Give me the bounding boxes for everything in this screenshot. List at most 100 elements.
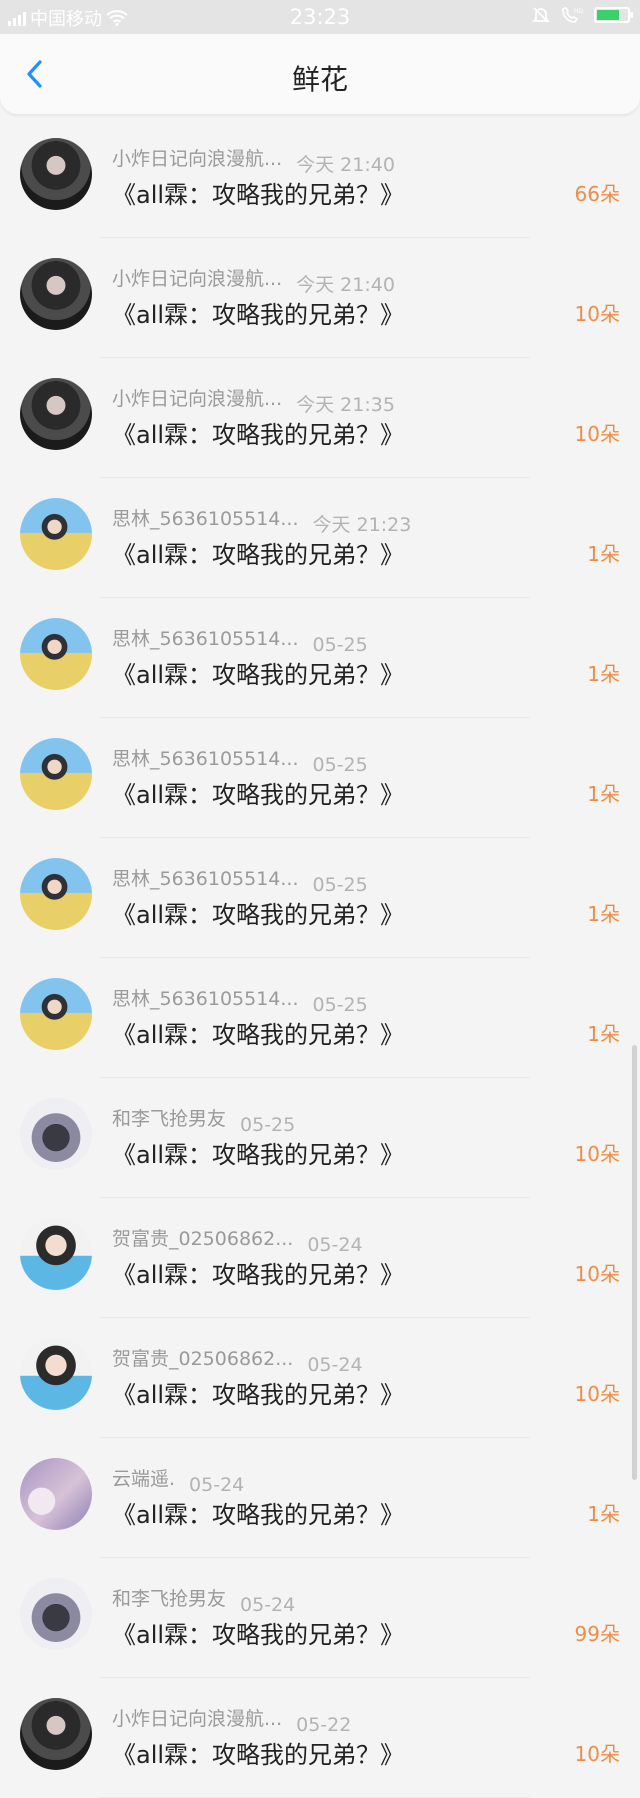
item-meta: 思林_5636105514... 05-25 bbox=[112, 744, 368, 776]
avatar[interactable] bbox=[20, 1218, 92, 1290]
avatar[interactable] bbox=[20, 978, 92, 1050]
item-meta: 和李飞抢男友 05-24 bbox=[112, 1584, 295, 1616]
page-title: 鲜花 bbox=[291, 63, 348, 96]
avatar[interactable] bbox=[20, 738, 92, 810]
book-title: 《all霖：攻略我的兄弟？》 bbox=[112, 1621, 405, 1649]
flower-count: 10朵 bbox=[574, 1382, 620, 1406]
book-title: 《all霖：攻略我的兄弟？》 bbox=[112, 901, 405, 929]
item-meta: 思林_5636105514... 今天 21:23 bbox=[112, 504, 411, 537]
sender-name[interactable]: 小炸日记向浪漫航... bbox=[112, 144, 282, 171]
sender-name[interactable]: 思林_5636105514... bbox=[112, 744, 299, 771]
list-item[interactable]: 思林_5636105514... 05-25 《all霖：攻略我的兄弟？》 1朵 bbox=[0, 598, 640, 718]
svg-text:HD: HD bbox=[574, 8, 584, 15]
item-time: 05-25 bbox=[240, 1114, 296, 1136]
flower-list: 小炸日记向浪漫航... 今天 21:40 《all霖：攻略我的兄弟？》 66朵 小炸日记… bbox=[0, 118, 640, 1798]
item-time: 05-25 bbox=[312, 994, 368, 1016]
sender-name[interactable]: 云端遥. bbox=[112, 1464, 175, 1491]
list-item[interactable]: 思林_5636105514... 05-25 《all霖：攻略我的兄弟？》 1朵 bbox=[0, 718, 640, 838]
list-item[interactable]: 思林_5636105514... 今天 21:23 《all霖：攻略我的兄弟？》 1朵 bbox=[0, 478, 640, 598]
sender-name[interactable]: 思林_5636105514... bbox=[112, 864, 299, 891]
avatar[interactable] bbox=[20, 1338, 92, 1410]
book-title: 《all霖：攻略我的兄弟？》 bbox=[112, 1021, 405, 1049]
list-item[interactable]: 小炸日记向浪漫航... 今天 21:40 《all霖：攻略我的兄弟？》 10朵 bbox=[0, 238, 640, 358]
avatar[interactable] bbox=[20, 858, 92, 930]
item-time: 05-24 bbox=[240, 1594, 296, 1616]
avatar[interactable] bbox=[20, 1698, 92, 1770]
item-meta: 小炸日记向浪漫航... 今天 21:35 bbox=[112, 384, 395, 417]
item-time: 今天 21:35 bbox=[296, 394, 395, 416]
sender-name[interactable]: 和李飞抢男友 bbox=[112, 1584, 226, 1611]
book-title: 《all霖：攻略我的兄弟？》 bbox=[112, 301, 405, 329]
flower-count: 1朵 bbox=[587, 902, 620, 926]
avatar[interactable] bbox=[20, 1098, 92, 1170]
item-meta: 贺富贵_02506862... 05-24 bbox=[112, 1224, 363, 1256]
list-item[interactable]: 小炸日记向浪漫航... 今天 21:35 《all霖：攻略我的兄弟？》 10朵 bbox=[0, 358, 640, 478]
item-meta: 思林_5636105514... 05-25 bbox=[112, 864, 368, 896]
flower-count: 10朵 bbox=[574, 302, 620, 326]
status-right: HD bbox=[532, 6, 633, 24]
sender-name[interactable]: 思林_5636105514... bbox=[112, 624, 299, 651]
item-time: 05-24 bbox=[307, 1354, 363, 1376]
list-item[interactable]: 和李飞抢男友 05-25 《all霖：攻略我的兄弟？》 10朵 bbox=[0, 1078, 640, 1198]
avatar[interactable] bbox=[20, 618, 92, 690]
battery-icon bbox=[594, 7, 633, 23]
item-meta: 思林_5636105514... 05-25 bbox=[112, 984, 368, 1016]
flower-count: 1朵 bbox=[587, 1022, 620, 1046]
flower-count: 10朵 bbox=[574, 1262, 620, 1286]
item-time: 今天 21:40 bbox=[296, 154, 395, 176]
item-meta: 贺富贵_02506862... 05-24 bbox=[112, 1344, 363, 1376]
item-time: 今天 21:40 bbox=[296, 274, 395, 296]
avatar[interactable] bbox=[20, 1458, 92, 1530]
flower-count: 99朵 bbox=[574, 1622, 620, 1646]
book-title: 《all霖：攻略我的兄弟？》 bbox=[112, 181, 405, 209]
item-meta: 小炸日记向浪漫航... 今天 21:40 bbox=[112, 264, 395, 297]
list-item[interactable]: 思林_5636105514... 05-25 《all霖：攻略我的兄弟？》 1朵 bbox=[0, 838, 640, 958]
sender-name[interactable]: 贺富贵_02506862... bbox=[112, 1224, 293, 1251]
list-item[interactable]: 和李飞抢男友 05-24 《all霖：攻略我的兄弟？》 99朵 bbox=[0, 1558, 640, 1678]
list-item[interactable]: 思林_5636105514... 05-25 《all霖：攻略我的兄弟？》 1朵 bbox=[0, 958, 640, 1078]
book-title: 《all霖：攻略我的兄弟？》 bbox=[112, 421, 405, 449]
avatar[interactable] bbox=[20, 498, 92, 570]
book-title: 《all霖：攻略我的兄弟？》 bbox=[112, 1141, 405, 1169]
item-meta: 思林_5636105514... 05-25 bbox=[112, 624, 368, 656]
book-title: 《all霖：攻略我的兄弟？》 bbox=[112, 1741, 405, 1769]
item-meta: 云端遥. 05-24 bbox=[112, 1464, 244, 1496]
item-time: 05-25 bbox=[312, 874, 368, 896]
sender-name[interactable]: 贺富贵_02506862... bbox=[112, 1344, 293, 1371]
flower-count: 1朵 bbox=[587, 782, 620, 806]
list-item[interactable]: 小炸日记向浪漫航... 今天 21:40 《all霖：攻略我的兄弟？》 66朵 bbox=[0, 118, 640, 238]
avatar[interactable] bbox=[20, 138, 92, 210]
sender-name[interactable]: 小炸日记向浪漫航... bbox=[112, 1704, 282, 1731]
list-item[interactable]: 云端遥. 05-24 《all霖：攻略我的兄弟？》 1朵 bbox=[0, 1438, 640, 1558]
nav-bar: 鲜花 bbox=[0, 34, 640, 114]
avatar[interactable] bbox=[20, 378, 92, 450]
scrollbar[interactable] bbox=[632, 1045, 637, 1480]
list-item[interactable]: 贺富贵_02506862... 05-24 《all霖：攻略我的兄弟？》 10朵 bbox=[0, 1318, 640, 1438]
item-time: 05-24 bbox=[307, 1234, 363, 1256]
sender-name[interactable]: 思林_5636105514... bbox=[112, 504, 299, 531]
book-title: 《all霖：攻略我的兄弟？》 bbox=[112, 1381, 405, 1409]
sender-name[interactable]: 小炸日记向浪漫航... bbox=[112, 264, 282, 291]
item-meta: 小炸日记向浪漫航... 今天 21:40 bbox=[112, 144, 395, 177]
flower-count: 66朵 bbox=[574, 182, 620, 206]
sender-name[interactable]: 思林_5636105514... bbox=[112, 984, 299, 1011]
flower-count: 10朵 bbox=[574, 422, 620, 446]
sender-name[interactable]: 小炸日记向浪漫航... bbox=[112, 384, 282, 411]
list-item[interactable]: 贺富贵_02506862... 05-24 《all霖：攻略我的兄弟？》 10朵 bbox=[0, 1198, 640, 1318]
item-meta: 小炸日记向浪漫航... 05-22 bbox=[112, 1704, 351, 1736]
mute-icon bbox=[532, 7, 550, 23]
list-item[interactable]: 小炸日记向浪漫航... 05-22 《all霖：攻略我的兄弟？》 10朵 bbox=[0, 1678, 640, 1798]
book-title: 《all霖：攻略我的兄弟？》 bbox=[112, 781, 405, 809]
flower-count: 10朵 bbox=[574, 1742, 620, 1766]
item-meta: 和李飞抢男友 05-25 bbox=[112, 1104, 295, 1136]
avatar[interactable] bbox=[20, 258, 92, 330]
flower-count: 10朵 bbox=[574, 1142, 620, 1166]
book-title: 《all霖：攻略我的兄弟？》 bbox=[112, 1501, 405, 1529]
item-time: 05-22 bbox=[296, 1714, 352, 1736]
sender-name[interactable]: 和李飞抢男友 bbox=[112, 1104, 226, 1131]
book-title: 《all霖：攻略我的兄弟？》 bbox=[112, 661, 405, 689]
flower-count: 1朵 bbox=[587, 542, 620, 566]
avatar[interactable] bbox=[20, 1578, 92, 1650]
status-bar: 中国移动 23:23 HD bbox=[0, 0, 640, 34]
flower-count: 1朵 bbox=[587, 1502, 620, 1526]
